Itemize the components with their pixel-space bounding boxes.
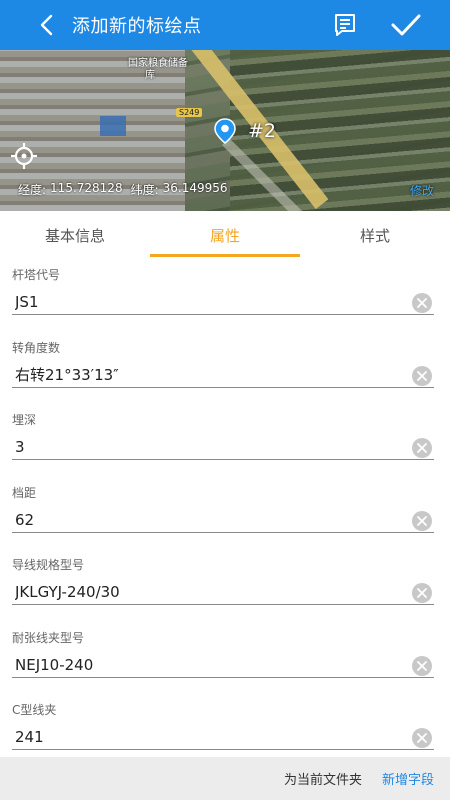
field-underline bbox=[12, 531, 434, 533]
turn-angle-input[interactable] bbox=[15, 361, 405, 388]
marker-label: #2 bbox=[248, 120, 277, 142]
close-icon bbox=[417, 515, 427, 526]
clear-button[interactable] bbox=[412, 655, 432, 676]
tab-bar: 基本信息 属性 样式 bbox=[0, 211, 450, 259]
latitude-label: 纬度: bbox=[130, 183, 159, 197]
add-field-button[interactable]: 新增字段 bbox=[382, 769, 434, 788]
field-underline bbox=[12, 314, 434, 315]
field-underline bbox=[12, 749, 434, 750]
latitude-value: 36.149956 bbox=[162, 181, 228, 195]
back-button[interactable] bbox=[24, 0, 68, 50]
locate-icon[interactable] bbox=[10, 142, 38, 170]
tab-style[interactable]: 样式 bbox=[300, 211, 450, 259]
field-underline bbox=[12, 386, 434, 388]
clear-button[interactable] bbox=[412, 438, 432, 458]
map-place-label: 国家粮食储备 bbox=[128, 58, 188, 69]
confirm-button[interactable] bbox=[386, 6, 426, 44]
close-icon bbox=[417, 660, 427, 671]
clear-button[interactable] bbox=[412, 510, 432, 531]
field-burial-depth: 埋深 bbox=[0, 404, 450, 477]
clear-button[interactable] bbox=[412, 583, 432, 603]
satellite-map[interactable]: 国家粮食储备 库 S249 #2 经度: 115.728128 纬度: 36.149… bbox=[0, 50, 450, 211]
field-underline bbox=[12, 459, 434, 460]
close-icon bbox=[417, 443, 427, 453]
close-icon bbox=[417, 298, 427, 308]
road-shield: S249 bbox=[176, 108, 203, 117]
clear-button[interactable] bbox=[412, 365, 432, 386]
field-underline bbox=[12, 676, 434, 678]
field-label: 耐张线夹型号 bbox=[12, 630, 85, 645]
clear-button[interactable] bbox=[412, 728, 432, 748]
c-clamp-input[interactable] bbox=[15, 724, 405, 750]
field-label: 导线规格型号 bbox=[12, 558, 85, 572]
longitude-value: 115.728128 bbox=[50, 181, 123, 195]
attribute-form: 杆塔代号 转角度数 埋深 档距 导线规格型号 bbox=[0, 259, 450, 757]
note-icon bbox=[335, 14, 355, 36]
back-arrow-icon bbox=[40, 14, 53, 36]
map-building bbox=[100, 116, 126, 136]
coordinate-readout: 经度: 115.728128 纬度: 36.149956 bbox=[18, 181, 228, 198]
field-label: C型线夹 bbox=[12, 703, 57, 717]
field-strain-clamp: 耐张线夹型号 bbox=[0, 622, 450, 695]
strain-clamp-input[interactable] bbox=[15, 651, 405, 678]
field-span: 档距 bbox=[0, 477, 450, 550]
span-input[interactable] bbox=[15, 506, 405, 533]
field-label: 转角度数 bbox=[12, 340, 61, 355]
longitude-label: 经度: bbox=[18, 183, 47, 197]
field-c-clamp: C型线夹 bbox=[0, 694, 450, 757]
bottom-action-bar: 为当前文件夹 新增字段 bbox=[0, 757, 450, 800]
close-icon bbox=[417, 370, 427, 381]
field-label: 档距 bbox=[12, 485, 37, 500]
tab-basic-info[interactable]: 基本信息 bbox=[0, 211, 150, 259]
check-icon bbox=[391, 14, 421, 36]
burial-depth-input[interactable] bbox=[15, 434, 405, 460]
clear-button[interactable] bbox=[412, 293, 432, 313]
tower-code-input[interactable] bbox=[15, 289, 405, 315]
field-label: 埋深 bbox=[12, 413, 37, 427]
field-conductor-spec: 导线规格型号 bbox=[0, 549, 450, 622]
modify-location-link[interactable]: 修改 bbox=[410, 182, 434, 199]
field-underline bbox=[12, 604, 434, 605]
map-place-label: 库 bbox=[145, 70, 155, 81]
tab-attributes[interactable]: 属性 bbox=[150, 211, 300, 259]
close-icon bbox=[417, 733, 427, 743]
note-button[interactable] bbox=[328, 9, 362, 41]
close-icon bbox=[417, 588, 427, 598]
conductor-spec-input[interactable] bbox=[15, 579, 405, 605]
current-folder-button[interactable]: 为当前文件夹 bbox=[284, 769, 362, 788]
field-tower-code: 杆塔代号 bbox=[0, 259, 450, 332]
field-label: 杆塔代号 bbox=[12, 268, 61, 282]
app-header: 添加新的标绘点 bbox=[0, 0, 450, 50]
location-pin-icon[interactable] bbox=[214, 118, 236, 144]
page-title: 添加新的标绘点 bbox=[72, 16, 202, 37]
field-turn-angle: 转角度数 bbox=[0, 332, 450, 405]
